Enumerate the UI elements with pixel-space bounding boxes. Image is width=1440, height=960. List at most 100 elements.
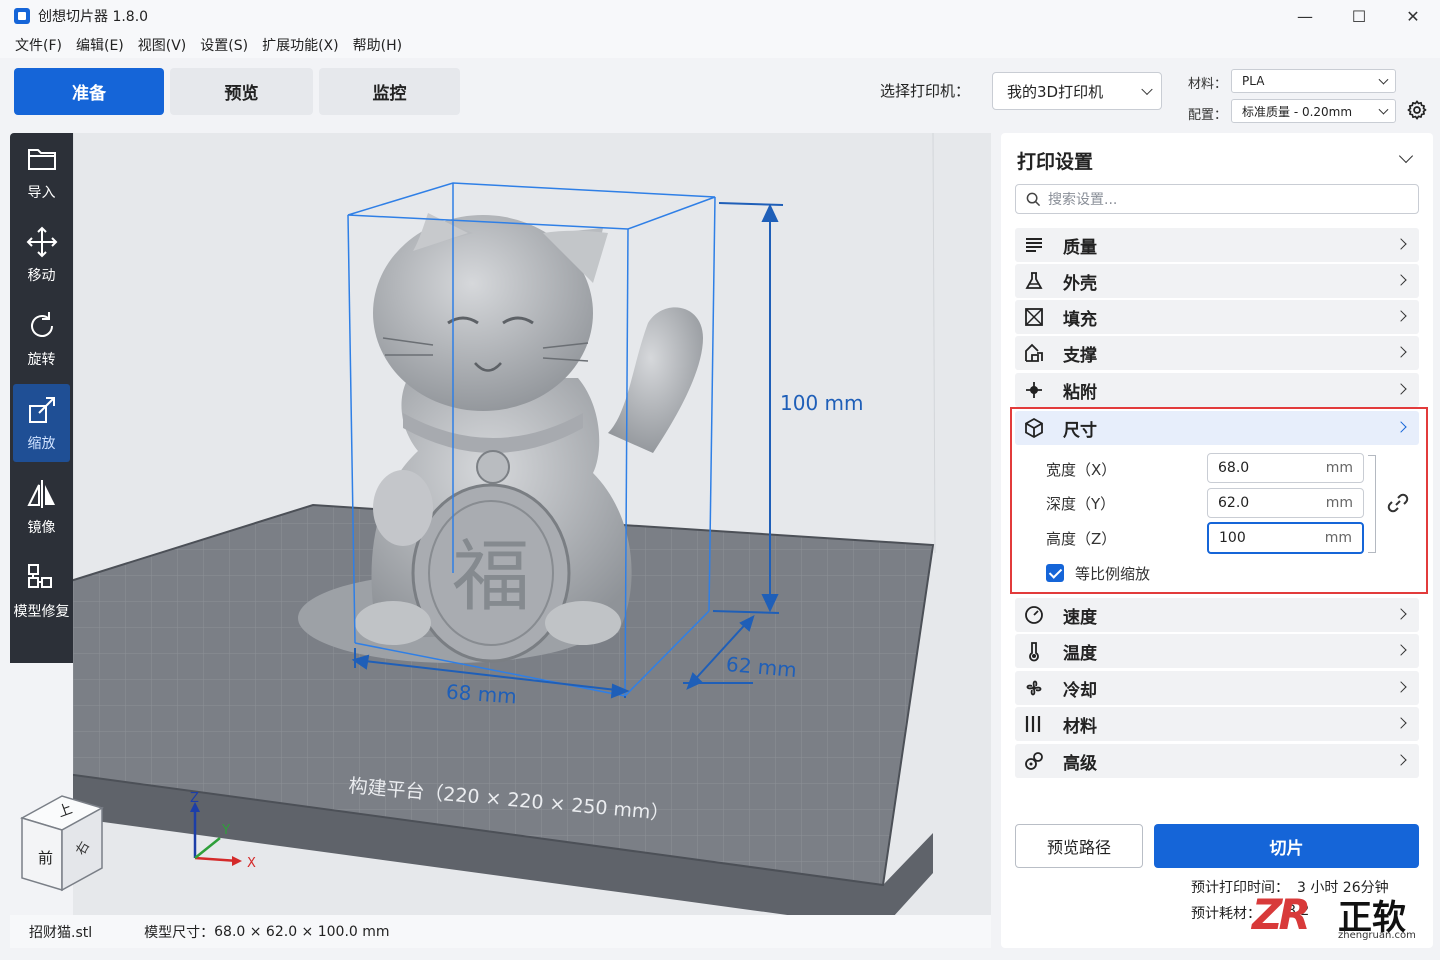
gear-icon[interactable] bbox=[1406, 99, 1428, 121]
search-placeholder: 搜索设置... bbox=[1048, 192, 1118, 208]
category-material[interactable]: 材料 bbox=[1015, 707, 1419, 741]
height-unit: mm bbox=[1324, 530, 1352, 546]
minimize-button[interactable]: — bbox=[1278, 0, 1332, 32]
adhesion-icon bbox=[1026, 382, 1042, 398]
width-input-value: 68.0 bbox=[1218, 460, 1250, 476]
coin-character: 福 bbox=[452, 532, 530, 622]
printer-select[interactable]: 我的3D打印机 bbox=[992, 72, 1162, 110]
height-dimension-label: 100 mm bbox=[780, 391, 864, 415]
category-temperature[interactable]: 温度 bbox=[1015, 634, 1419, 668]
infill-icon bbox=[1025, 308, 1043, 326]
menu-bar: 文件(F) 编辑(E) 视图(V) 设置(S) 扩展功能(X) 帮助(H) bbox=[0, 32, 1440, 58]
settings-search-input[interactable]: 搜索设置... bbox=[1015, 184, 1419, 214]
chevron-right-icon bbox=[1395, 274, 1407, 286]
category-cooling[interactable]: 冷却 bbox=[1015, 671, 1419, 705]
app-logo-icon bbox=[14, 8, 30, 24]
profile-label: 配置： bbox=[1188, 108, 1228, 123]
maximize-button[interactable]: ☐ bbox=[1332, 0, 1386, 32]
depth-input[interactable]: 62.0 mm bbox=[1207, 488, 1364, 518]
chevron-right-icon bbox=[1395, 346, 1407, 358]
window-controls: — ☐ ✕ bbox=[1278, 0, 1440, 32]
tool-import[interactable]: 导入 bbox=[10, 133, 73, 211]
uniform-scale-label: 等比例缩放 bbox=[1075, 565, 1151, 583]
menu-extensions[interactable]: 扩展功能(X) bbox=[255, 35, 346, 55]
height-input-value: 100 bbox=[1219, 530, 1246, 546]
tool-rotate-label: 旋转 bbox=[27, 352, 56, 368]
menu-file[interactable]: 文件(F) bbox=[8, 35, 69, 55]
close-button[interactable]: ✕ bbox=[1386, 0, 1440, 32]
tab-monitor[interactable]: 监控 bbox=[319, 68, 460, 115]
menu-edit[interactable]: 编辑(E) bbox=[69, 35, 131, 55]
tool-scale[interactable]: 缩放 bbox=[13, 384, 70, 462]
chevron-right-icon bbox=[1395, 238, 1407, 250]
category-advanced[interactable]: 高级 bbox=[1015, 744, 1419, 778]
advanced-icon bbox=[1025, 752, 1043, 770]
height-input[interactable]: 100 mm bbox=[1207, 522, 1364, 554]
cooling-icon bbox=[1026, 680, 1042, 696]
watermark: ZR 正软 zhengruan.com bbox=[1252, 890, 1428, 946]
tool-import-label: 导入 bbox=[27, 185, 56, 201]
category-label: 粘附 bbox=[1063, 382, 1097, 403]
collapse-chevron-icon[interactable] bbox=[1398, 148, 1414, 164]
tab-prepare[interactable]: 准备 bbox=[14, 68, 164, 115]
chevron-right-icon bbox=[1395, 608, 1407, 620]
profile-select-value: 标准质量 - 0.20mm bbox=[1242, 104, 1353, 119]
category-label: 冷却 bbox=[1063, 680, 1097, 701]
tool-repair[interactable]: 模型修复 bbox=[10, 552, 73, 630]
axis-x-label: X bbox=[247, 856, 256, 871]
printer-select-value: 我的3D打印机 bbox=[1007, 82, 1104, 101]
chevron-down-icon bbox=[1378, 104, 1389, 115]
category-quality[interactable]: 质量 bbox=[1015, 228, 1419, 262]
width-unit: mm bbox=[1325, 460, 1353, 476]
status-size-label: 模型尺寸： bbox=[144, 924, 215, 941]
view-cube[interactable]: 上 前 右 bbox=[10, 790, 170, 900]
status-filename: 招财猫.stl bbox=[29, 924, 93, 941]
chevron-right-icon bbox=[1395, 754, 1407, 766]
link-icon[interactable] bbox=[1385, 490, 1411, 516]
slice-button[interactable]: 切片 bbox=[1154, 824, 1419, 868]
category-label: 质量 bbox=[1063, 237, 1097, 258]
repair-icon bbox=[27, 564, 52, 588]
tool-bar: 导入 移动 旋转 缩放 镜像 模型修复 bbox=[10, 133, 73, 663]
material-select[interactable]: PLA bbox=[1231, 69, 1396, 93]
menu-settings[interactable]: 设置(S) bbox=[193, 35, 255, 55]
chevron-right-icon bbox=[1395, 310, 1407, 322]
width-input[interactable]: 68.0 mm bbox=[1207, 453, 1364, 483]
category-label: 支撑 bbox=[1063, 345, 1097, 366]
category-label: 材料 bbox=[1063, 716, 1097, 737]
chevron-down-icon bbox=[1141, 83, 1153, 96]
material-icon bbox=[1025, 716, 1041, 732]
uniform-scale-checkbox[interactable] bbox=[1046, 564, 1064, 582]
category-adhesion[interactable]: 粘附 bbox=[1015, 373, 1419, 407]
tab-preview[interactable]: 预览 bbox=[170, 68, 313, 115]
category-support[interactable]: 支撑 bbox=[1015, 336, 1419, 370]
chevron-right-icon bbox=[1395, 644, 1407, 656]
chevron-down-icon bbox=[1378, 74, 1389, 85]
profile-select[interactable]: 标准质量 - 0.20mm bbox=[1231, 99, 1396, 123]
category-shell[interactable]: 外壳 bbox=[1015, 264, 1419, 298]
tool-scale-label: 缩放 bbox=[27, 436, 56, 452]
preview-path-button[interactable]: 预览路径 bbox=[1015, 824, 1143, 868]
app-title: 创想切片器 1.8.0 bbox=[38, 9, 149, 25]
depth-unit: mm bbox=[1325, 495, 1353, 511]
tool-mirror[interactable]: 镜像 bbox=[10, 468, 73, 546]
tool-move[interactable]: 移动 bbox=[10, 216, 73, 294]
support-icon bbox=[1025, 343, 1043, 362]
link-bracket bbox=[1368, 455, 1376, 553]
temperature-icon bbox=[1029, 642, 1039, 662]
tool-rotate[interactable]: 旋转 bbox=[10, 300, 73, 378]
width-label: 宽度（X） bbox=[1046, 461, 1117, 479]
cube-front-label: 前 bbox=[38, 849, 53, 867]
tool-move-label: 移动 bbox=[27, 268, 56, 284]
category-speed[interactable]: 速度 bbox=[1015, 598, 1419, 632]
menu-help[interactable]: 帮助(H) bbox=[346, 35, 409, 55]
category-label: 温度 bbox=[1063, 643, 1097, 664]
tool-repair-label: 模型修复 bbox=[13, 604, 70, 620]
rotate-icon bbox=[30, 312, 53, 337]
category-infill[interactable]: 填充 bbox=[1015, 300, 1419, 334]
printer-label: 选择打印机： bbox=[880, 82, 971, 100]
menu-view[interactable]: 视图(V) bbox=[131, 35, 194, 55]
depth-label: 深度（Y） bbox=[1046, 495, 1116, 513]
move-icon bbox=[26, 226, 57, 258]
chevron-right-icon bbox=[1395, 681, 1407, 693]
